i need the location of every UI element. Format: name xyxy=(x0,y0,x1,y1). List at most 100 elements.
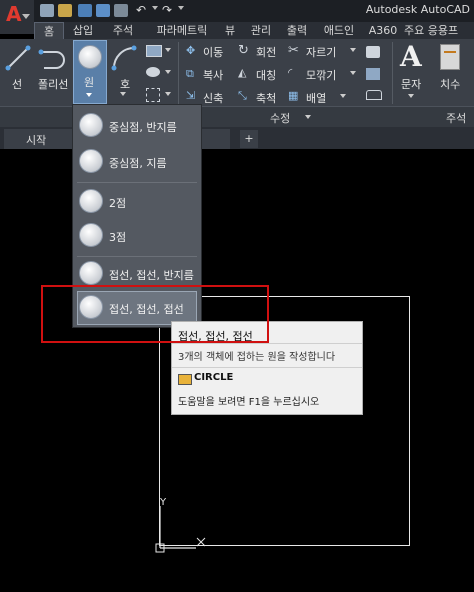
panel-separator xyxy=(178,42,179,104)
menu-item-2-point[interactable]: 2점 xyxy=(77,185,197,219)
fillet-dropdown-icon[interactable] xyxy=(350,71,356,75)
menu-divider xyxy=(77,182,197,183)
tab-drawing[interactable] xyxy=(200,129,230,149)
new-file-icon[interactable] xyxy=(40,4,54,17)
erase-icon[interactable] xyxy=(366,46,380,58)
fillet-icon[interactable]: ◜ xyxy=(288,66,292,79)
polyline-label: 폴리선 xyxy=(38,78,69,91)
ribbon-tab-bar: 홈 삽입 주석 파라메트릭 뷰 관리 출력 애드인 A360 주요 응용프 xyxy=(34,22,474,39)
line-icon[interactable] xyxy=(4,44,32,72)
hatch-dropdown-icon[interactable] xyxy=(165,70,171,74)
open-file-icon[interactable] xyxy=(58,4,72,17)
arc-icon[interactable] xyxy=(110,44,138,72)
circle-button[interactable]: 원 xyxy=(73,40,107,104)
new-tab-button[interactable]: + xyxy=(240,130,258,148)
menu-item-label: 3점 xyxy=(109,231,127,244)
tab-output[interactable]: 출력 xyxy=(284,22,310,39)
rectangle-dropdown-icon[interactable] xyxy=(165,48,171,52)
trim-label[interactable]: 자르기 xyxy=(306,44,336,60)
array-dropdown-icon[interactable] xyxy=(340,94,346,98)
menu-item-label: 중심점, 지름 xyxy=(109,157,167,170)
circle-label: 원 xyxy=(84,76,95,89)
circle-center-diameter-icon xyxy=(79,149,103,173)
chevron-down-icon xyxy=(86,93,92,97)
text-label: 문자 xyxy=(401,78,422,91)
scale-label[interactable]: 축척 xyxy=(256,90,276,106)
save-icon[interactable] xyxy=(78,4,92,17)
circle-3-point-icon xyxy=(79,223,103,247)
explode-icon[interactable] xyxy=(366,68,380,80)
tab-parametric[interactable]: 파라메트릭 xyxy=(146,22,218,39)
menu-item-center-diameter[interactable]: 중심점, 지름 xyxy=(77,145,197,179)
array-icon[interactable]: ▦ xyxy=(288,89,298,102)
menu-item-label: 중심점, 반지름 xyxy=(109,121,177,134)
tooltip-command: CIRCLE xyxy=(194,372,234,383)
move-label[interactable]: 이동 xyxy=(203,44,223,60)
print-icon[interactable] xyxy=(114,4,128,17)
mirror-label[interactable]: 대칭 xyxy=(256,67,276,83)
ucs-y-label: Y xyxy=(160,497,167,508)
annotation-panel-label[interactable]: 주석 xyxy=(446,110,466,126)
tab-home[interactable]: 홈 xyxy=(34,22,64,39)
circle-2-point-icon xyxy=(79,189,103,213)
stretch-icon[interactable]: ⇲ xyxy=(186,89,195,102)
undo-dropdown-icon[interactable] xyxy=(152,6,158,10)
arc-dropdown-icon[interactable] xyxy=(120,92,126,96)
text-icon[interactable]: A xyxy=(400,40,422,73)
tab-insert[interactable]: 삽입 xyxy=(68,22,98,39)
tooltip-help: 도움말을 보려면 F1을 누르십시오 xyxy=(178,397,320,408)
application-menu-button[interactable]: A xyxy=(0,0,34,34)
save-as-icon[interactable] xyxy=(96,4,110,17)
tab-manage[interactable]: 관리 xyxy=(248,22,274,39)
undo-icon[interactable]: ↶ xyxy=(136,3,146,17)
menu-item-label: 접선, 접선, 반지름 xyxy=(109,269,194,282)
tab-featured-apps[interactable]: 주요 응용프 xyxy=(404,22,474,39)
circle-tan-tan-radius-icon xyxy=(79,261,103,285)
menu-item-center-radius[interactable]: 중심점, 반지름 xyxy=(77,109,197,143)
offset-icon[interactable] xyxy=(366,90,382,100)
trim-icon[interactable]: ✂ xyxy=(288,43,299,58)
chevron-down-icon xyxy=(22,14,30,19)
window-title: Autodesk AutoCAD xyxy=(365,3,470,16)
text-dropdown-icon[interactable] xyxy=(408,94,414,98)
tab-start-label: 시작 xyxy=(26,134,47,147)
circle-center-radius-icon xyxy=(79,113,103,137)
highlight-box xyxy=(41,285,269,343)
tooltip-divider xyxy=(172,343,362,344)
tab-addins[interactable]: 애드인 xyxy=(320,22,358,39)
region-icon[interactable] xyxy=(146,88,160,102)
modify-panel-dropdown-icon[interactable] xyxy=(305,115,311,119)
dimension-line-icon xyxy=(444,51,456,53)
dimension-icon[interactable] xyxy=(440,44,460,70)
scale-icon[interactable]: ⤡ xyxy=(238,89,247,103)
arc-label: 호 xyxy=(120,78,131,91)
dimension-label: 치수 xyxy=(440,78,461,91)
redo-dropdown-icon[interactable] xyxy=(178,6,184,10)
copy-icon[interactable]: ⧉ xyxy=(186,67,194,81)
redo-icon[interactable]: ↷ xyxy=(162,3,172,17)
region-dropdown-icon[interactable] xyxy=(165,92,171,96)
tab-a360[interactable]: A360 xyxy=(368,22,398,39)
modify-panel-label[interactable]: 수정 xyxy=(270,110,290,126)
circle-icon xyxy=(78,45,102,69)
line-label: 선 xyxy=(12,78,23,91)
trim-dropdown-icon[interactable] xyxy=(350,48,356,52)
hatch-icon[interactable] xyxy=(146,67,160,77)
mirror-icon[interactable]: ◭ xyxy=(238,66,246,79)
fillet-label[interactable]: 모깎기 xyxy=(306,67,336,83)
rectangle-icon[interactable] xyxy=(146,45,162,57)
copy-label[interactable]: 복사 xyxy=(203,67,223,83)
rotate-icon[interactable]: ↻ xyxy=(238,43,249,58)
autocad-logo-icon: A xyxy=(6,2,22,26)
rotate-label[interactable]: 회전 xyxy=(256,44,276,60)
tab-view[interactable]: 뷰 xyxy=(222,22,238,39)
menu-item-label: 2점 xyxy=(109,197,127,210)
array-label[interactable]: 배열 xyxy=(306,90,326,106)
tab-annotate[interactable]: 주석 xyxy=(108,22,138,39)
polyline-icon[interactable] xyxy=(38,44,68,72)
move-icon[interactable]: ✥ xyxy=(186,44,195,57)
stretch-label[interactable]: 신축 xyxy=(203,90,223,106)
title-bar: ↶ ↷ Autodesk AutoCAD xyxy=(0,0,474,22)
menu-item-3-point[interactable]: 3점 xyxy=(77,219,197,253)
tooltip-divider xyxy=(172,367,362,368)
